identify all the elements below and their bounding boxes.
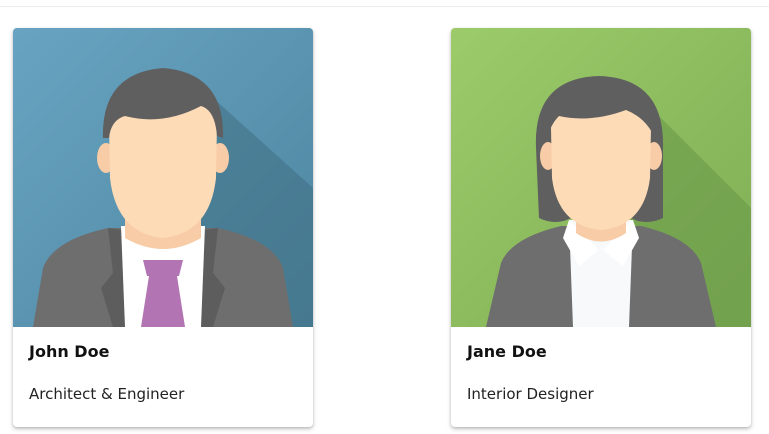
card-title: Interior Designer	[467, 385, 594, 403]
card-title: Architect & Engineer	[29, 385, 185, 403]
card-body: Jane Doe Interior Designer	[451, 327, 751, 427]
man-avatar-icon	[13, 28, 313, 327]
top-divider	[0, 6, 769, 7]
card-name: John Doe	[29, 342, 110, 361]
profile-card-jane-doe: Jane Doe Interior Designer	[451, 28, 751, 427]
card-body: John Doe Architect & Engineer	[13, 327, 313, 427]
card-name: Jane Doe	[467, 342, 547, 361]
profile-card-john-doe: John Doe Architect & Engineer	[13, 28, 313, 427]
woman-avatar-icon	[451, 28, 751, 327]
